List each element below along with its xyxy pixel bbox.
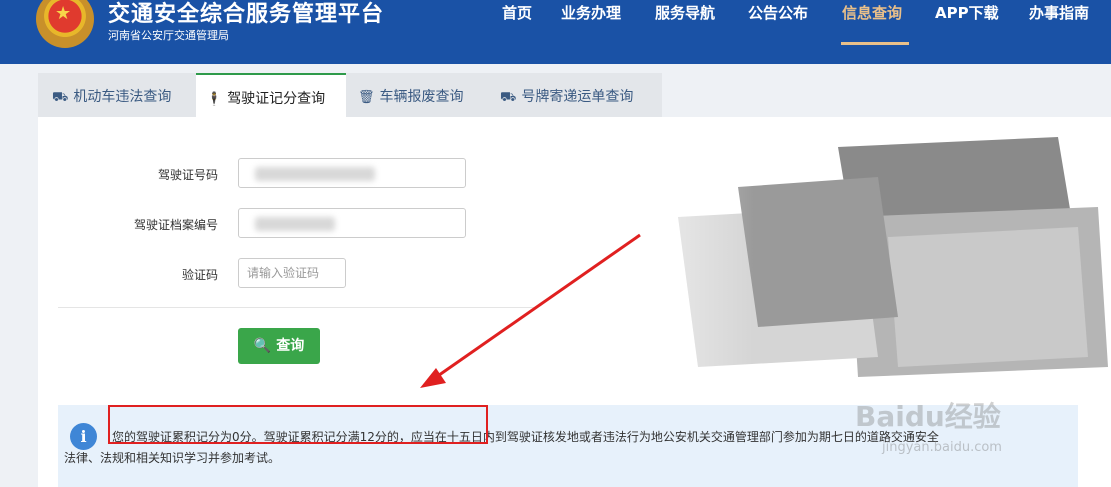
- main-nav: 首页 业务办理 服务导航 公告公布 信息查询 APP下载 办事指南: [490, 0, 1111, 64]
- tab-vehicle-scrap[interactable]: 🗑 车辆报废查询: [346, 73, 486, 117]
- tab-label: 车辆报废查询: [379, 89, 464, 105]
- redacted-value: [255, 167, 375, 181]
- query-button[interactable]: 🔍 查询: [238, 328, 320, 364]
- nav-item-guide[interactable]: 办事指南: [1029, 2, 1089, 23]
- nav-active-underline: [841, 42, 909, 45]
- search-icon: 🔍: [253, 338, 272, 354]
- site-title: 交通安全综合服务管理平台: [108, 2, 385, 27]
- file-number-label: 驾驶证档案编号: [133, 218, 218, 232]
- site-header: ★ 交通安全综合服务管理平台 河南省公安厅交通管理局 首页 业务办理 服务导航 …: [0, 0, 1111, 64]
- result-text-line2: 法律、法规和相关知识学习并参加考试。: [64, 451, 281, 465]
- captcha-label: 验证码: [181, 268, 218, 282]
- license-number-input[interactable]: [238, 158, 466, 188]
- baidu-watermark-url: jingyan.baidu.com: [882, 440, 1002, 455]
- trash-icon: 🗑: [358, 90, 375, 105]
- license-number-label: 驾驶证号码: [157, 168, 218, 182]
- annotation-highlight-box: [108, 405, 488, 444]
- person-icon: 🕴: [206, 92, 223, 107]
- nav-item-service-guide[interactable]: 服务导航: [655, 2, 715, 23]
- info-icon: i: [70, 423, 97, 450]
- truck-icon: ⛟: [500, 90, 517, 105]
- form-divider: [58, 307, 538, 308]
- nav-item-announcements[interactable]: 公告公布: [748, 2, 808, 23]
- truck-icon: ⛟: [52, 90, 69, 105]
- nav-item-info-query[interactable]: 信息查询: [842, 2, 902, 23]
- nav-item-app-download[interactable]: APP下载: [935, 2, 999, 23]
- baidu-watermark: Baidu经验: [855, 400, 1001, 433]
- redacted-value: [255, 217, 335, 231]
- query-button-label: 查询: [276, 338, 305, 354]
- nav-item-home[interactable]: 首页: [502, 2, 532, 23]
- tab-vehicle-violation[interactable]: ⛟ 机动车违法查询: [38, 73, 196, 117]
- license-cards-background: [558, 117, 1111, 407]
- file-number-input[interactable]: [238, 208, 466, 238]
- tab-label: 驾驶证记分查询: [227, 91, 326, 107]
- query-tabs: ⛟ 机动车违法查询 🕴 驾驶证记分查询 🗑 车辆报废查询 ⛟ 号牌寄递运单查询: [38, 73, 662, 117]
- captcha-input[interactable]: 请输入验证码: [238, 258, 346, 288]
- site-subtitle: 河南省公安厅交通管理局: [108, 29, 229, 42]
- tab-license-points[interactable]: 🕴 驾驶证记分查询: [196, 73, 346, 117]
- police-emblem-icon: ★: [36, 0, 94, 48]
- tab-label: 机动车违法查询: [73, 89, 172, 105]
- nav-item-business[interactable]: 业务办理: [561, 2, 621, 23]
- tab-label: 号牌寄递运单查询: [521, 89, 634, 105]
- tab-plate-delivery[interactable]: ⛟ 号牌寄递运单查询: [486, 73, 662, 117]
